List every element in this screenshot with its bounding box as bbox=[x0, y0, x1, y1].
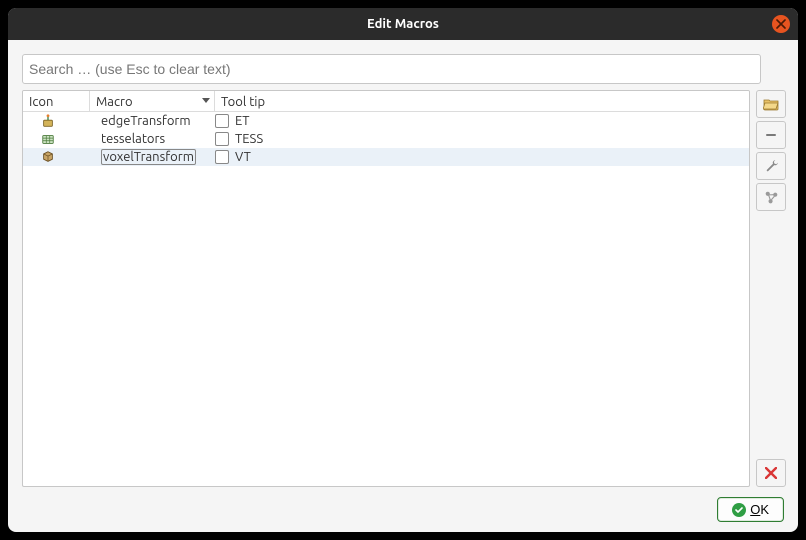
search-input[interactable] bbox=[22, 54, 761, 84]
col-header-macro[interactable]: Macro bbox=[90, 91, 215, 111]
macro-icon bbox=[23, 114, 95, 128]
macro-checkbox[interactable] bbox=[213, 114, 231, 128]
table-row[interactable]: voxelTransform VT bbox=[23, 148, 749, 166]
macro-tooltip-cell[interactable]: ET bbox=[231, 114, 749, 128]
folder-open-icon bbox=[763, 97, 779, 111]
titlebar: Edit Macros bbox=[8, 8, 798, 40]
macro-tooltip-cell[interactable]: VT bbox=[231, 150, 749, 164]
macro-tooltip-cell[interactable]: TESS bbox=[231, 132, 749, 146]
dialog-buttons: OK bbox=[22, 487, 784, 522]
close-icon bbox=[776, 19, 786, 29]
settings-button[interactable] bbox=[756, 152, 786, 180]
open-folder-button[interactable] bbox=[756, 90, 786, 118]
table-row[interactable]: tesselators TESS bbox=[23, 130, 749, 148]
check-circle-icon bbox=[732, 503, 746, 517]
remove-button[interactable] bbox=[756, 121, 786, 149]
macro-icon bbox=[23, 132, 95, 146]
dialog-window: Edit Macros Icon Macro Tool tip edgeTran… bbox=[8, 8, 798, 532]
ok-button[interactable]: OK bbox=[717, 497, 784, 522]
table-header: Icon Macro Tool tip bbox=[23, 91, 749, 112]
x-red-icon bbox=[765, 467, 777, 479]
nodes-icon bbox=[764, 190, 779, 205]
table-row[interactable]: edgeTransform ET bbox=[23, 112, 749, 130]
close-button[interactable] bbox=[772, 15, 790, 33]
delete-button[interactable] bbox=[756, 459, 786, 487]
side-toolbar bbox=[756, 90, 784, 487]
macro-name-cell[interactable]: voxelTransform bbox=[95, 148, 213, 166]
macro-name-cell[interactable]: tesselators bbox=[95, 130, 213, 148]
link-button[interactable] bbox=[756, 183, 786, 211]
macro-checkbox[interactable] bbox=[213, 150, 231, 164]
dialog-content: Icon Macro Tool tip edgeTransform ET tesse… bbox=[8, 40, 798, 532]
wrench-icon bbox=[764, 159, 779, 174]
sort-indicator-icon bbox=[202, 98, 210, 103]
macro-table: Icon Macro Tool tip edgeTransform ET tesse… bbox=[22, 90, 750, 487]
mid-area: Icon Macro Tool tip edgeTransform ET tesse… bbox=[22, 90, 784, 487]
macro-name-cell[interactable]: edgeTransform bbox=[95, 112, 213, 130]
col-header-icon[interactable]: Icon bbox=[23, 91, 90, 111]
table-body: edgeTransform ET tesselators TESS voxelTrans… bbox=[23, 112, 749, 486]
minus-icon bbox=[764, 128, 778, 142]
macro-checkbox[interactable] bbox=[213, 132, 231, 146]
macro-icon bbox=[23, 150, 95, 164]
window-title: Edit Macros bbox=[367, 17, 439, 31]
col-header-tooltip[interactable]: Tool tip bbox=[215, 91, 749, 111]
